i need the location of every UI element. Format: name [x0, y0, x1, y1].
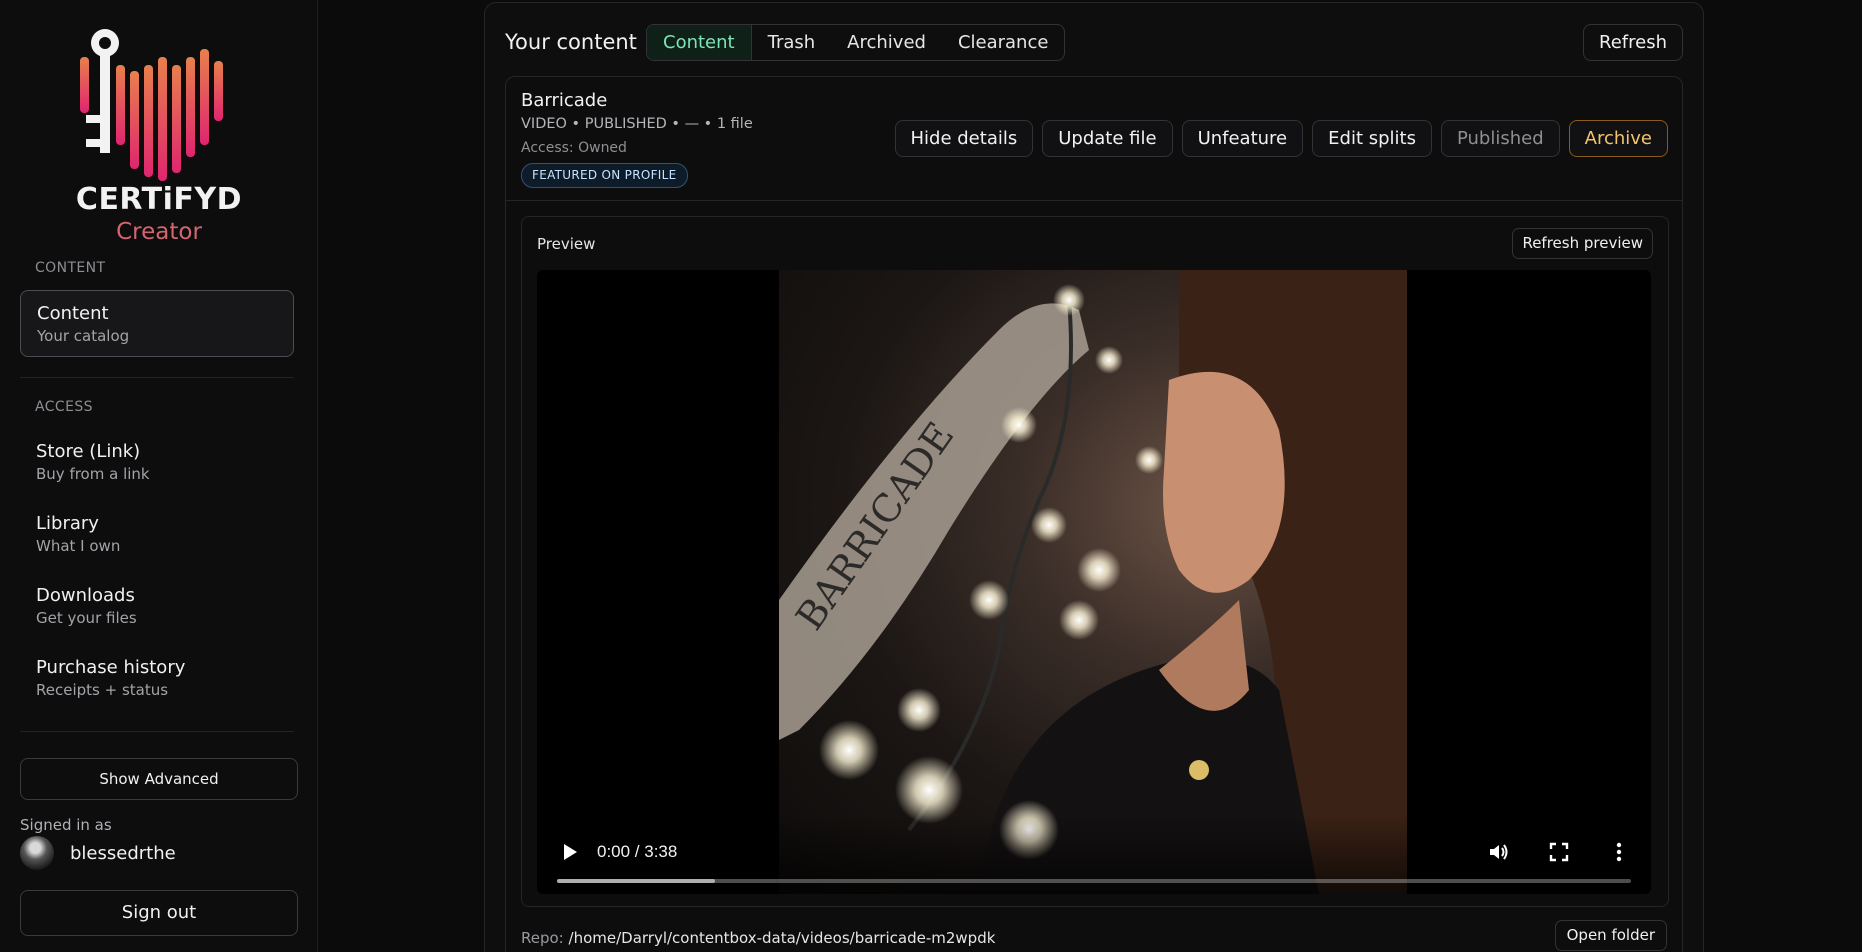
tab-content[interactable]: Content	[647, 25, 752, 60]
refresh-preview-button[interactable]: Refresh preview	[1512, 228, 1653, 259]
open-folder-button[interactable]: Open folder	[1554, 920, 1667, 951]
section-label-content: CONTENT	[35, 260, 106, 276]
content-panel: Your content Content Trash Archived Clea…	[484, 2, 1704, 952]
sidebar-item-title: Purchase history	[36, 657, 186, 678]
sidebar-item-content[interactable]: Content Your catalog	[20, 290, 294, 357]
video-frame: BARRICADE	[779, 270, 1407, 894]
preview-label: Preview	[537, 235, 596, 253]
tab-clearance[interactable]: Clearance	[942, 25, 1064, 60]
sidebar: CERTiFYD Creator CONTENT Content Your ca…	[0, 0, 318, 952]
refresh-button[interactable]: Refresh	[1583, 24, 1683, 61]
video-progress-bar[interactable]	[557, 879, 1631, 883]
item-access: Access: Owned	[521, 140, 627, 156]
brand-subtitle: Creator	[116, 219, 202, 245]
sidebar-item-title: Downloads	[36, 585, 135, 606]
username: blessedrthe	[70, 843, 176, 864]
play-icon[interactable]	[557, 840, 581, 864]
sidebar-item-subtitle: Your catalog	[37, 327, 130, 345]
video-progress-fill	[557, 879, 715, 883]
avatar	[20, 836, 54, 870]
page-title: Your content	[505, 30, 637, 54]
sidebar-item-subtitle: Get your files	[36, 609, 137, 627]
item-title: Barricade	[521, 90, 608, 111]
sidebar-item-title: Store (Link)	[36, 441, 141, 462]
repo-label: Repo:	[521, 929, 564, 947]
tab-archived[interactable]: Archived	[831, 25, 942, 60]
item-header: Barricade VIDEO • PUBLISHED • — • 1 file…	[506, 77, 1682, 201]
repo-info: Repo: /home/Darryl/contentbox-data/video…	[521, 929, 995, 947]
repo-path: /home/Darryl/contentbox-data/videos/barr…	[568, 929, 996, 947]
content-tabs: Content Trash Archived Clearance	[646, 24, 1066, 61]
signed-in-label: Signed in as	[20, 816, 112, 834]
archive-button[interactable]: Archive	[1568, 120, 1668, 157]
video-controls: 0:00 / 3:38	[537, 814, 1651, 894]
featured-badge: FEATURED ON PROFILE	[521, 163, 688, 188]
content-item-card: Barricade VIDEO • PUBLISHED • — • 1 file…	[505, 76, 1683, 952]
update-file-button[interactable]: Update file	[1042, 120, 1173, 157]
sidebar-item-store-link[interactable]: Store (Link) Buy from a link	[20, 429, 294, 496]
video-player[interactable]: BARRICADE 0:00 / 3:38	[537, 270, 1651, 894]
video-time: 0:00 / 3:38	[597, 842, 678, 861]
sidebar-item-purchase-history[interactable]: Purchase history Receipts + status	[20, 645, 294, 712]
sidebar-item-title: Content	[37, 303, 109, 324]
edit-splits-button[interactable]: Edit splits	[1312, 120, 1432, 157]
sidebar-item-title: Library	[36, 513, 99, 534]
sidebar-item-subtitle: Receipts + status	[36, 681, 169, 699]
brand-name: CERTiFYD	[75, 182, 243, 217]
sidebar-divider	[20, 377, 294, 378]
hide-details-button[interactable]: Hide details	[894, 120, 1034, 157]
sign-out-button[interactable]: Sign out	[20, 890, 298, 936]
sidebar-item-library[interactable]: Library What I own	[20, 501, 294, 568]
volume-icon[interactable]	[1487, 840, 1511, 864]
preview-section: Preview Refresh preview BARRICADE 0:00 /…	[521, 216, 1669, 907]
item-meta: VIDEO • PUBLISHED • — • 1 file	[521, 116, 753, 132]
section-label-access: ACCESS	[35, 399, 93, 415]
more-options-icon[interactable]	[1607, 840, 1631, 864]
published-button: Published	[1440, 120, 1560, 157]
unfeature-button[interactable]: Unfeature	[1181, 120, 1304, 157]
sidebar-item-subtitle: Buy from a link	[36, 465, 150, 483]
item-actions: Hide details Update file Unfeature Edit …	[894, 120, 1668, 157]
sidebar-divider	[20, 731, 294, 732]
show-advanced-button[interactable]: Show Advanced	[20, 758, 298, 800]
fullscreen-icon[interactable]	[1547, 840, 1571, 864]
sidebar-item-subtitle: What I own	[36, 537, 121, 555]
cover-art: BARRICADE	[779, 270, 1407, 894]
tab-trash[interactable]: Trash	[752, 25, 832, 60]
sidebar-item-downloads[interactable]: Downloads Get your files	[20, 573, 294, 640]
